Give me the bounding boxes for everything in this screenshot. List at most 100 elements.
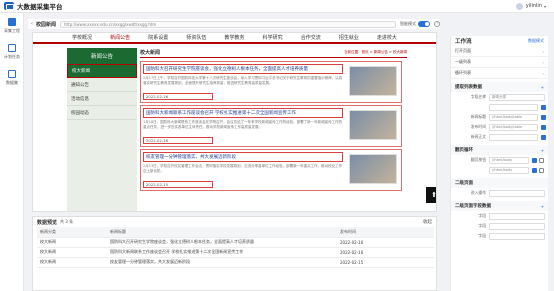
smart-mode-toggle[interactable] [418, 21, 430, 27]
table-cell: 校大新闻 [37, 247, 107, 258]
article-thumbnail [349, 110, 397, 140]
chevron-right-icon: › [542, 59, 544, 65]
select-element-icon[interactable] [541, 124, 546, 130]
field-row: 字段 [451, 221, 548, 231]
side-menu-item[interactable]: 活动信息 [67, 92, 137, 106]
workflow-panel: 工作流 数据模式 打开页面 › 一级列表 › 循环列表 › 提取列表数据 + 字… [450, 36, 548, 291]
field-label: 字段 [478, 223, 486, 228]
section-title: 提取列表数据 [455, 85, 482, 90]
field-row: 字段名称 新闻分类 [451, 92, 548, 102]
field-input[interactable] [489, 222, 545, 230]
delete-icon[interactable] [539, 157, 544, 163]
table-cell: 校大新闻 [37, 257, 107, 268]
table-row[interactable]: 校大新闻 国防科大新闻联系工作座谈会召开 学校扎实推进第十二次全国新闻宣传工作 … [37, 247, 434, 258]
field-row: 新闻标题 //html/body/table [451, 112, 548, 122]
field-label: 字段 [478, 213, 486, 218]
plus-icon[interactable]: + [541, 148, 544, 153]
field-label: 翻页按钮 [470, 157, 486, 162]
collapse-button[interactable]: 收起 [423, 219, 432, 225]
section-title: 二级页面 [455, 181, 473, 186]
step-label: 一级列表 [455, 59, 471, 64]
table-row[interactable]: 校大新闻 国防科大召开研究生学院座谈会，强化立德树人根本任务，全面提高人才培养质… [37, 237, 434, 248]
site-nav-item[interactable]: 走进校大 [377, 34, 397, 41]
user-menu[interactable]: yilinlin ▾ [515, 2, 546, 10]
workflow-step[interactable]: 打开页面 › [451, 46, 548, 57]
content-head: 校大新闻 当前位置：首页 > 新闻公告 > 校大新闻 [140, 48, 407, 58]
field-input[interactable]: 新闻分类 [489, 93, 545, 101]
table-cell: 国防科大召开研究生学院座谈会，强化立德树人根本任务，全面提高人才培养质量 [107, 237, 337, 248]
app-title: 大数据采集平台 [17, 3, 63, 11]
side-menu-title: 新闻公告 [67, 48, 137, 64]
table-cell: 校大新闻 [37, 237, 107, 248]
field-row [451, 102, 548, 112]
article-date: 2022-02-16 [143, 137, 213, 144]
field-row: 字段 [451, 211, 548, 221]
site-nav-item[interactable]: 合作交流 [301, 34, 321, 41]
article-item[interactable]: 国防科大召开研究生学院座谈会，强化立德树人根本任务，全面提高人才培养质量 2月1… [140, 61, 402, 103]
side-menu-item[interactable]: 校园动态 [67, 106, 137, 120]
rail-item-projects[interactable]: 采集工程 [0, 13, 24, 39]
field-input[interactable]: //html/body/table [489, 113, 538, 121]
site-nav-item[interactable]: 教学教务 [224, 34, 244, 41]
select-element-icon[interactable] [532, 167, 537, 173]
back-arrow-icon[interactable]: ‹ [28, 21, 36, 27]
table-cell: 2022-02-15 [337, 257, 434, 268]
column-header: 发布时间 [337, 227, 434, 238]
chevron-right-icon: › [542, 48, 544, 54]
side-menu-item[interactable]: 校大新闻 [67, 64, 137, 78]
side-menu-item[interactable]: 通知公告 [67, 78, 137, 92]
select-element-icon[interactable] [541, 104, 546, 110]
platform-logo-icon [4, 2, 14, 10]
site-nav-item[interactable]: 新闻公告 [110, 34, 130, 41]
data-preview-header: 数据预览 共 3 条 收起 [33, 217, 436, 227]
delete-icon[interactable] [539, 167, 544, 173]
table-cell: 2022-02-16 [337, 247, 434, 258]
article-title[interactable]: 国防科大召开研究生学院座谈会，强化立德树人根本任务，全面提高人才培养质量 [143, 64, 343, 74]
arrow-up-icon[interactable]: ⬆ [426, 187, 436, 203]
site-nav-item[interactable]: 师资队伍 [186, 34, 206, 41]
article-item[interactable]: 校友管理一分钟管理落实，共大发展迈新阶段 2月13日，学校召开校友管理工作会议，… [140, 149, 402, 191]
workflow-step[interactable]: 循环列表 › [451, 68, 548, 79]
site-nav-item[interactable]: 学校概况 [72, 34, 92, 41]
url-input[interactable]: http://www.xxxxx.edu.cn/xxgg/xwdt/xxgg.h… [60, 20, 396, 28]
rail-item-datasets[interactable]: 数据集 [0, 65, 24, 91]
field-label: 新闻标题 [470, 114, 486, 119]
rail-label: 采集工程 [4, 28, 20, 33]
field-input[interactable] [489, 232, 545, 240]
calendar-icon [8, 44, 16, 52]
step-label: 打开页面 [455, 48, 471, 53]
article-title[interactable]: 国防科大新闻联系工作座谈会召开 学校扎实推进第十二次全国新闻宣传工作 [143, 108, 343, 118]
pagination-section: 翻页循环 + [451, 145, 548, 155]
field-input[interactable] [489, 212, 545, 220]
data-preview-panel: 数据预览 共 3 条 收起 新闻分类 新闻标题 发布时间 校大新闻 国防科大召开… [32, 216, 437, 291]
avatar [515, 2, 523, 10]
select-element-icon[interactable] [541, 134, 546, 140]
site-nav-item[interactable]: 科学研究 [263, 34, 283, 41]
table-row[interactable]: 校大新闻 校友管理一分钟管理落实，共大发展迈新阶段 2022-02-15 [37, 257, 434, 268]
data-preview-table: 新闻分类 新闻标题 发布时间 校大新闻 国防科大召开研究生学院座谈会，强化立德树… [37, 227, 434, 268]
field-label: 发布时间 [470, 124, 486, 129]
rail-item-tasks[interactable]: 计划任务 [0, 39, 24, 65]
data-mode-toggle[interactable]: 数据模式 [528, 38, 544, 44]
field-input[interactable] [489, 103, 538, 111]
plus-icon[interactable]: + [541, 204, 544, 209]
site-name: 校园新闻 [36, 21, 57, 28]
article-item[interactable]: 国防科大新闻联系工作座谈会召开 学校扎实推进第十二次全国新闻宣传工作 1月18日… [140, 105, 402, 147]
field-input[interactable]: //html/body/table [489, 123, 538, 131]
chevron-right-icon: › [542, 70, 544, 76]
article-title[interactable]: 校友管理一分钟管理落实，共大发展迈新阶段 [143, 152, 343, 162]
site-nav: 学校概况 新闻公告 院系设置 师资队伍 教学教务 科学研究 合作交流 招生就业 … [33, 33, 436, 44]
field-input[interactable] [489, 189, 545, 197]
article-thumbnail [349, 154, 397, 184]
help-icon[interactable]: ? [434, 21, 440, 27]
select-element-icon[interactable] [541, 114, 546, 120]
field-input[interactable]: //html/body [489, 166, 529, 174]
section-title: 二级页面字段数据 [455, 204, 491, 209]
site-nav-item[interactable]: 招生就业 [339, 34, 359, 41]
field-input[interactable]: //html/body [489, 156, 529, 164]
workflow-step[interactable]: 一级列表 › [451, 57, 548, 68]
select-element-icon[interactable] [532, 157, 537, 163]
plus-icon[interactable]: + [541, 85, 544, 90]
field-input[interactable] [489, 133, 538, 141]
site-nav-item[interactable]: 院系设置 [148, 34, 168, 41]
